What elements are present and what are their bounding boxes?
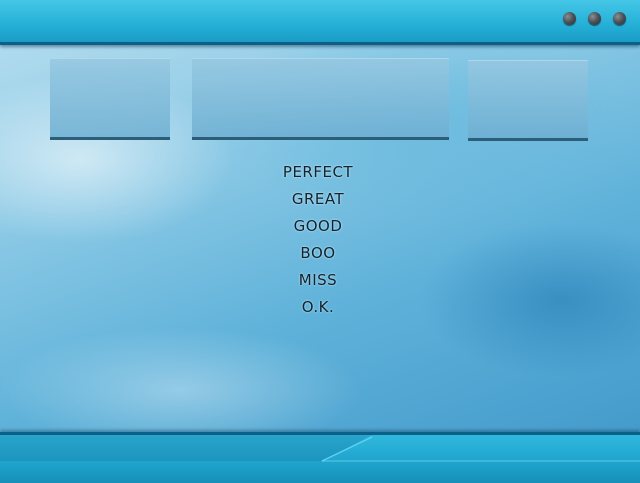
judgment-boo: BOO <box>300 244 336 262</box>
center-info-panel <box>192 58 449 140</box>
dot-indicator-2-icon <box>588 12 601 25</box>
right-info-panel <box>468 60 588 141</box>
dot-indicator-3-icon <box>613 12 626 25</box>
top-header-bar <box>0 0 640 45</box>
footer-slant-decoration <box>0 435 640 462</box>
bottom-footer-bar <box>0 432 640 483</box>
left-info-panel <box>50 58 170 140</box>
judgment-good: GOOD <box>293 217 343 235</box>
judgment-ok: O.K. <box>301 298 335 316</box>
judgment-great: GREAT <box>291 190 345 208</box>
window-dots <box>563 12 626 25</box>
judgment-perfect: PERFECT <box>282 163 354 181</box>
dot-indicator-1-icon <box>563 12 576 25</box>
judgment-list: PERFECT GREAT GOOD BOO MISS O.K. <box>218 160 418 322</box>
judgment-miss: MISS <box>298 271 338 289</box>
